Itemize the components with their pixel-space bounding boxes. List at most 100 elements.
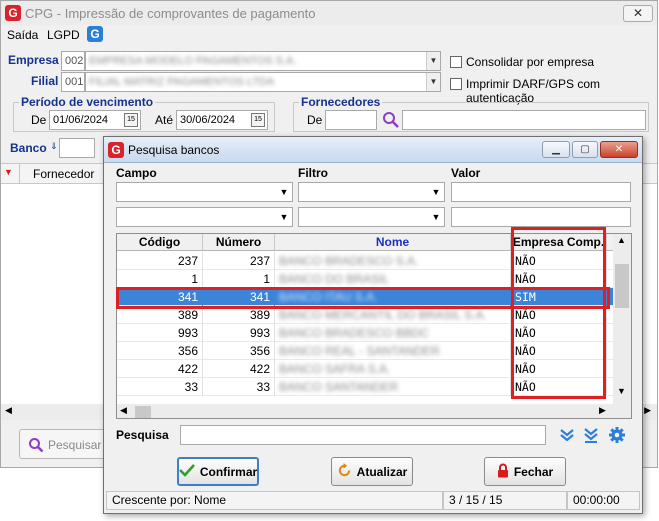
- cell-codigo: 33: [117, 378, 203, 396]
- fornecedores-name-field[interactable]: [402, 110, 646, 130]
- cell-numero: 33: [203, 378, 275, 396]
- pesquisa-input[interactable]: [180, 425, 546, 445]
- highlight-empresa-comp-column: [511, 227, 606, 399]
- scroll-left-icon[interactable]: ◀: [120, 405, 127, 416]
- pesquisa-label: Pesquisa: [116, 428, 169, 442]
- minimize-button[interactable]: ▁: [542, 141, 570, 158]
- campo-label: Campo: [116, 166, 157, 180]
- atualizar-label: Atualizar: [356, 464, 408, 479]
- fornecedores-de-field[interactable]: [325, 110, 377, 130]
- filial-label: Filial: [31, 74, 59, 88]
- filtro-label: Filtro: [298, 166, 328, 180]
- chevron-down-icon: ▼: [279, 212, 289, 222]
- horizontal-scrollbar[interactable]: ◀ ▶: [117, 404, 631, 418]
- chevron-down-icon: ▼: [279, 187, 289, 197]
- maximize-icon: ▢: [580, 144, 590, 155]
- valor-input-2[interactable]: [451, 207, 631, 227]
- chevron-down-icon: ▼: [431, 212, 441, 222]
- cell-codigo: 237: [117, 252, 203, 270]
- scrollbar-thumb[interactable]: [135, 406, 151, 418]
- periodo-ate-field[interactable]: 30/06/2024 15: [176, 110, 268, 130]
- cell-numero-value: 993: [249, 326, 270, 340]
- periodo-de-value: 01/06/2024: [53, 114, 109, 126]
- window-close-button[interactable]: ✕: [623, 5, 653, 22]
- cell-numero-value: 33: [256, 380, 270, 394]
- cell-numero: 356: [203, 342, 275, 360]
- cell-nome: BANCO DO BRASIL: [275, 270, 511, 288]
- cell-nome-value: BANCO MERCANTIL DO BRASIL S.A.: [279, 308, 487, 322]
- lgpd-icon[interactable]: G: [87, 26, 103, 42]
- valor-input-1[interactable]: [451, 182, 631, 202]
- calendar-icon[interactable]: 15: [124, 113, 138, 127]
- pesquisa-bancos-dialog: G Pesquisa bancos ▁ ▢ ✕ Campo Filtro Val…: [103, 136, 643, 514]
- empresa-code-field[interactable]: 002: [61, 51, 85, 71]
- scroll-up-icon[interactable]: ▲: [617, 235, 626, 245]
- cell-nome: BANCO BRADESCO BBDC: [275, 324, 511, 342]
- filtro-select-1[interactable]: ▼: [298, 182, 445, 202]
- scroll-left-icon[interactable]: ◀: [5, 405, 12, 416]
- filial-code-field[interactable]: 001: [61, 72, 85, 92]
- search-icon[interactable]: [382, 111, 400, 129]
- calendar-icon[interactable]: 15: [251, 113, 265, 127]
- cell-nome-value: BANCO BRADESCO S.A.: [279, 254, 419, 268]
- imprimir-darf-label: Imprimir DARF/GPS com autenticação: [466, 77, 601, 105]
- campo-select-1[interactable]: ▼: [116, 182, 293, 202]
- cell-nome-value: BANCO REAL - SANTANDER: [279, 344, 440, 358]
- double-chevron-down-icon[interactable]: [559, 427, 575, 443]
- valor-label: Valor: [451, 166, 481, 180]
- cell-nome: BANCO SAFRA S.A.: [275, 360, 511, 378]
- menu-item-lgpd[interactable]: LGPD: [47, 28, 80, 42]
- consolidar-label: Consolidar por empresa: [466, 55, 595, 69]
- cell-codigo-value: 1: [191, 272, 198, 286]
- cell-numero: 237: [203, 252, 275, 270]
- scrollbar-thumb[interactable]: [615, 264, 629, 308]
- status-time: 00:00:00: [567, 491, 640, 510]
- consolidar-checkbox[interactable]: [450, 56, 462, 68]
- close-icon: ✕: [614, 144, 624, 155]
- lock-icon: [497, 463, 509, 481]
- banco-field[interactable]: [59, 138, 95, 158]
- col-header-nome[interactable]: Nome: [275, 234, 511, 250]
- gear-icon[interactable]: [608, 426, 626, 444]
- check-icon: [178, 463, 195, 480]
- pesquisar-button[interactable]: Pesquisar: [19, 429, 109, 459]
- main-titlebar: G CPG - Impressão de comprovantes de pag…: [1, 1, 657, 25]
- chevron-down-icon[interactable]: ▼: [426, 73, 440, 91]
- cell-codigo-value: 237: [177, 254, 198, 268]
- imprimir-darf-checkbox[interactable]: [450, 78, 462, 90]
- col-header-codigo[interactable]: Código: [117, 234, 203, 250]
- filtro-select-2[interactable]: ▼: [298, 207, 445, 227]
- collapse-all-icon[interactable]: [583, 427, 599, 443]
- cell-codigo-value: 356: [177, 344, 198, 358]
- app-logo-icon: G: [108, 142, 124, 158]
- vertical-scrollbar[interactable]: ▲ ▼: [613, 234, 631, 404]
- dialog-close-button[interactable]: ✕: [600, 141, 638, 158]
- fornecedores-title: Fornecedores: [299, 95, 383, 109]
- periodo-de-field[interactable]: 01/06/2024 15: [49, 110, 141, 130]
- atualizar-button[interactable]: Atualizar: [331, 457, 413, 486]
- confirmar-button[interactable]: Confirmar: [177, 457, 259, 486]
- fornecedores-de-label: De: [307, 113, 323, 127]
- menu-item-saida[interactable]: Saída: [7, 28, 38, 42]
- col-header-numero[interactable]: Número: [203, 234, 275, 250]
- campo-select-2[interactable]: ▼: [116, 207, 293, 227]
- fechar-button[interactable]: Fechar: [484, 457, 566, 486]
- maximize-button[interactable]: ▢: [572, 141, 598, 158]
- window-title: CPG - Impressão de comprovantes de pagam…: [25, 6, 316, 21]
- scroll-right-icon[interactable]: ▶: [644, 405, 651, 416]
- grid-header-fornecedor: Fornecedor: [33, 167, 95, 181]
- cell-numero-value: 1: [263, 272, 270, 286]
- scroll-right-icon[interactable]: ▶: [599, 405, 606, 416]
- cell-codigo: 422: [117, 360, 203, 378]
- scroll-down-icon[interactable]: ▼: [617, 386, 626, 396]
- cell-codigo: 993: [117, 324, 203, 342]
- refresh-icon: [337, 462, 352, 481]
- empresa-name-field[interactable]: EMPRESA MODELO PAGAMENTOS S.A. ▼: [85, 51, 441, 71]
- status-position: 3 / 15 / 15: [443, 491, 567, 510]
- chevron-down-icon[interactable]: ▼: [426, 52, 440, 70]
- dialog-title: Pesquisa bancos: [128, 143, 220, 157]
- minimize-icon: ▁: [552, 144, 560, 155]
- periodo-title: Período de vencimento: [19, 95, 156, 109]
- status-order: Crescente por: Nome: [106, 491, 443, 510]
- filial-name-field[interactable]: FILIAL MATRIZ PAGAMENTOS LTDA ▼: [85, 72, 441, 92]
